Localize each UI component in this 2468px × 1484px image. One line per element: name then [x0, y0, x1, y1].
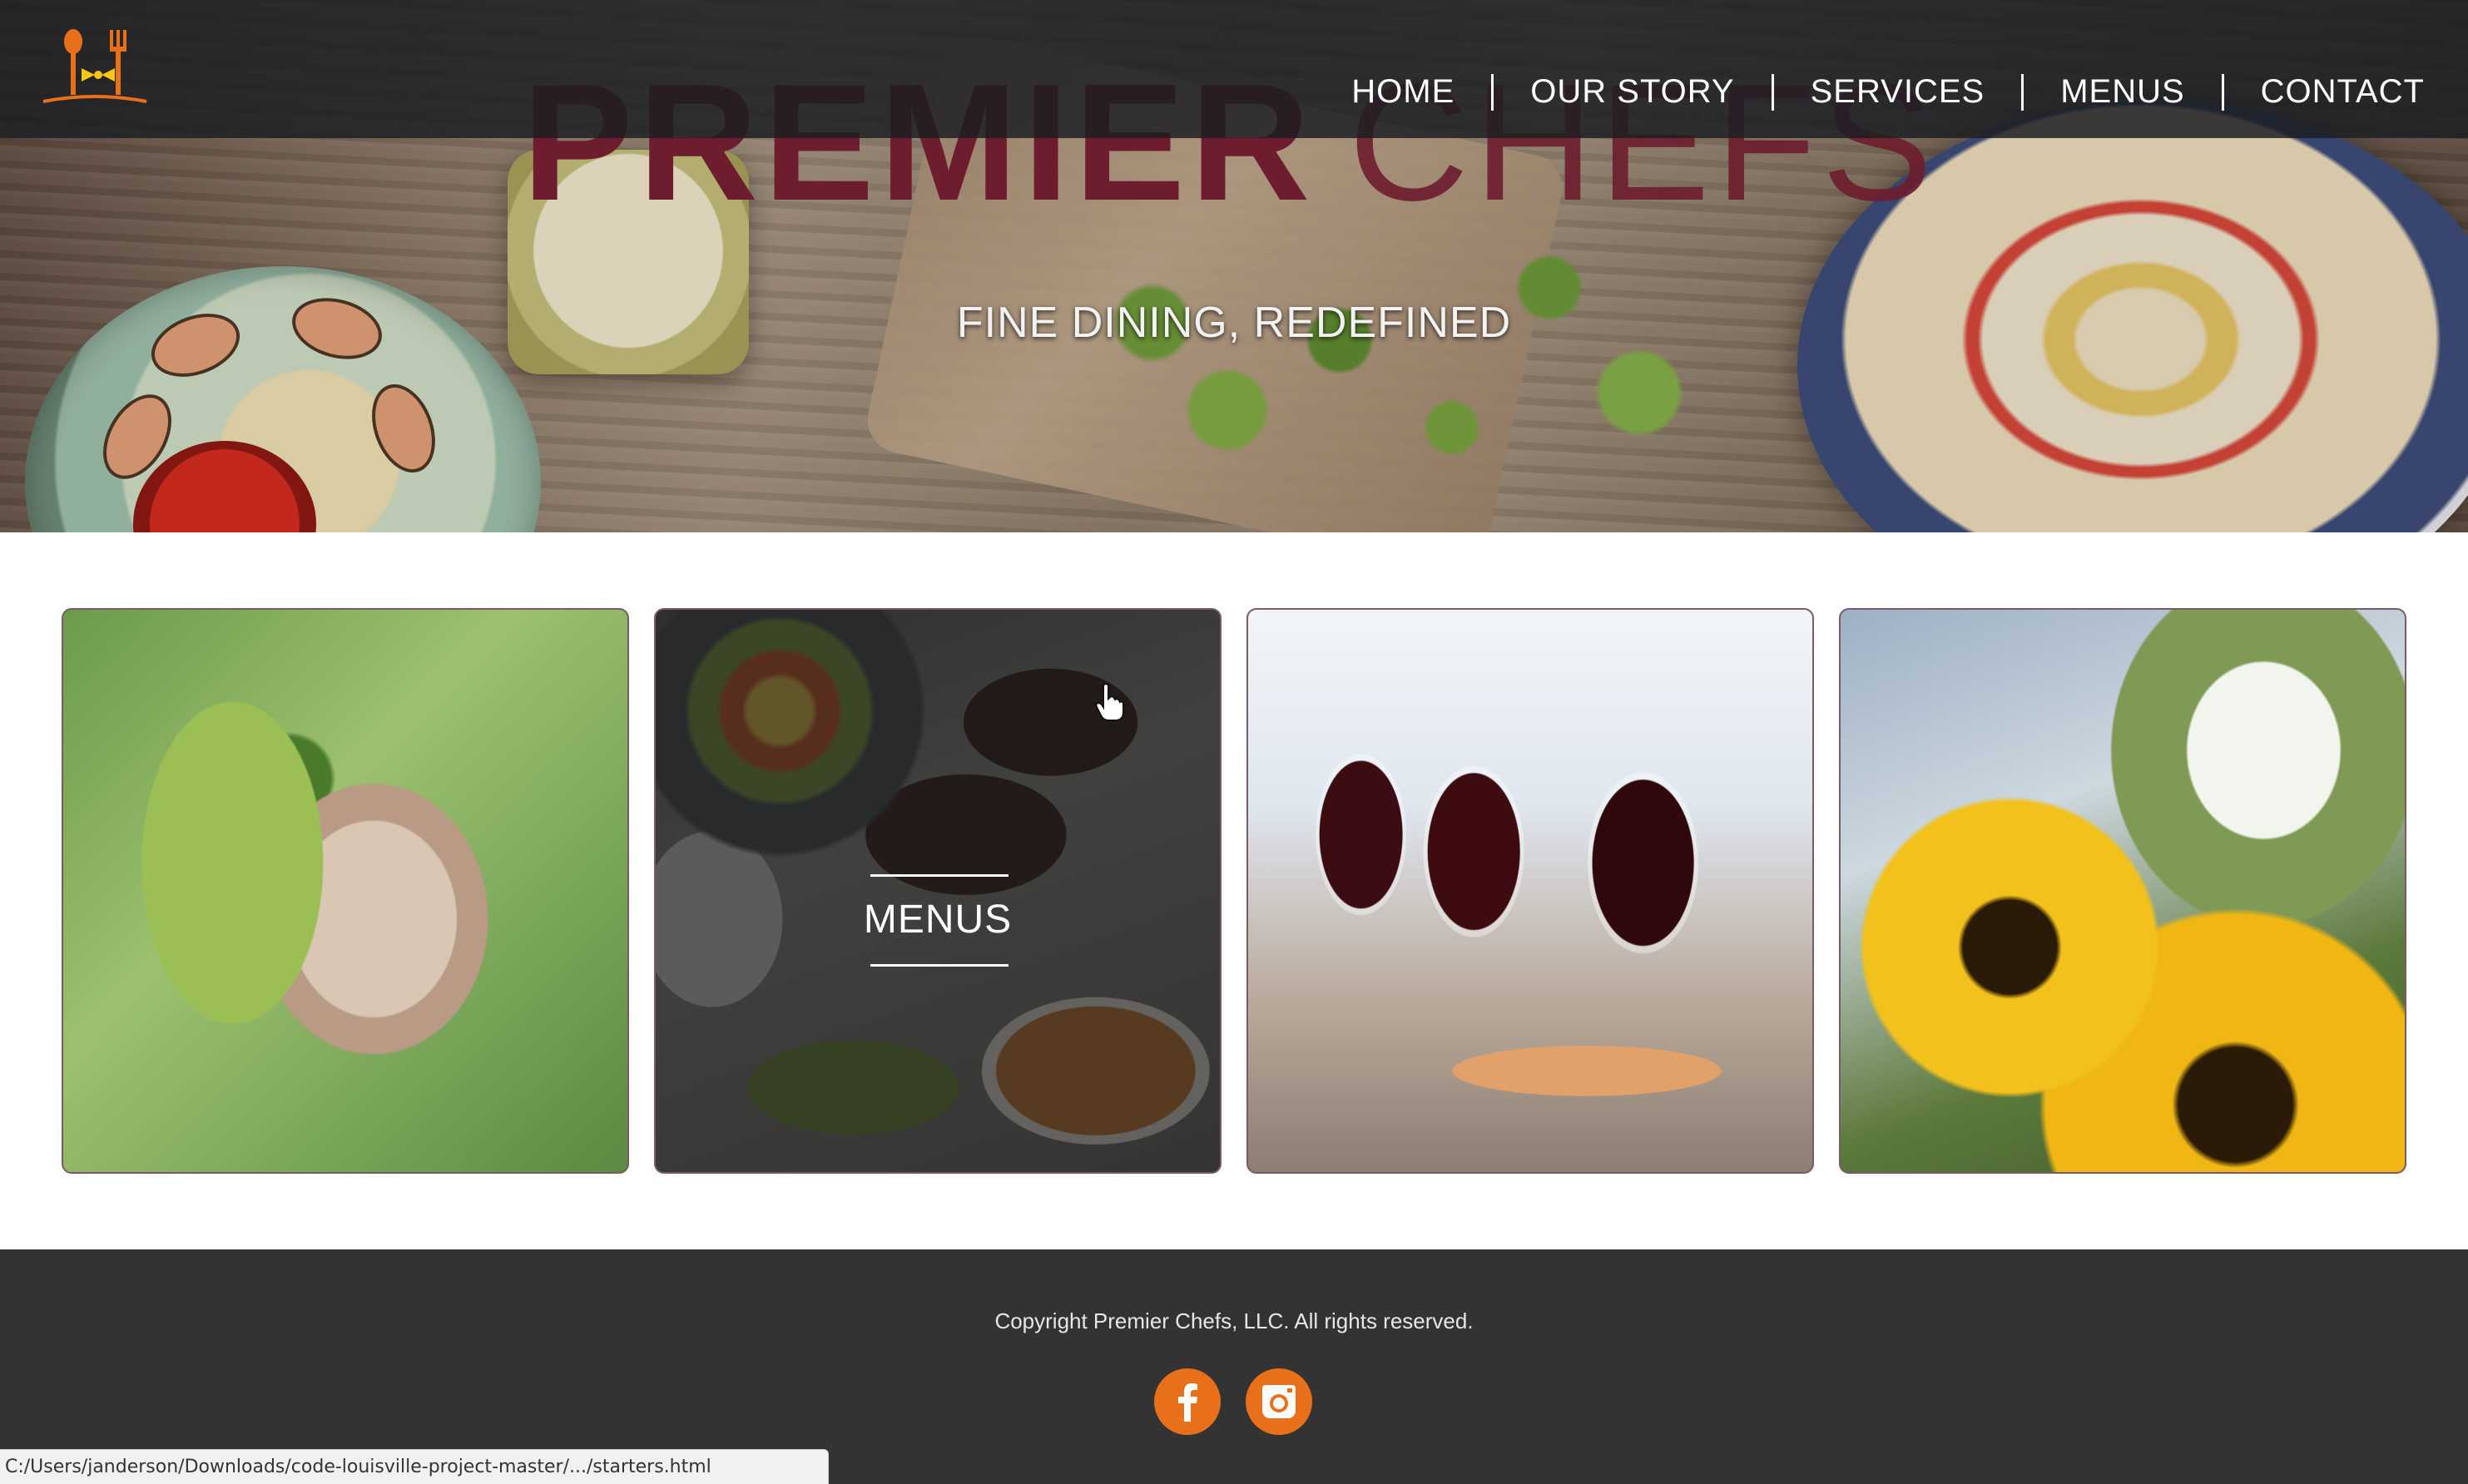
chef-bowtie-fork-spoon-icon[interactable] — [40, 25, 150, 108]
tile-hover-overlay — [656, 610, 1220, 1172]
nav-services[interactable]: SERVICES — [1792, 73, 2004, 111]
browser-status-url: C:/Users/janderson/Downloads/code-louisv… — [0, 1449, 829, 1484]
tile-menus-label: MENUS — [863, 898, 1013, 942]
nav-our-story[interactable]: OUR STORY — [1512, 73, 1752, 111]
nav-divider — [2021, 73, 2024, 111]
instagram-icon[interactable] — [1246, 1368, 1312, 1435]
menus-top-rule — [870, 874, 1009, 877]
tile-menus[interactable]: MENUS — [654, 608, 1222, 1174]
hand-pointer-cursor-icon — [1095, 683, 1124, 721]
top-navbar: HOME OUR STORY SERVICES MENUS CONTACT — [0, 0, 2468, 138]
tile-sunflowers[interactable] — [1839, 608, 2406, 1174]
nav-home[interactable]: HOME — [1333, 73, 1473, 111]
site-tagline: FINE DINING, REDEFINED — [956, 299, 1512, 347]
nav-divider — [2221, 73, 2224, 111]
nav-menus[interactable]: MENUS — [2042, 73, 2203, 111]
tile-wine-glasses[interactable] — [1246, 608, 1814, 1174]
tile-lettuce-wrap[interactable] — [62, 608, 629, 1174]
copyright-text: Copyright Premier Chefs, LLC. All rights… — [994, 1308, 1474, 1333]
facebook-icon[interactable] — [1154, 1368, 1221, 1435]
main-nav: HOME OUR STORY SERVICES MENUS CONTACT — [1333, 73, 2443, 111]
nav-divider — [1491, 73, 1494, 111]
nav-divider — [1771, 73, 1774, 111]
nav-contact[interactable]: CONTACT — [2243, 73, 2443, 111]
menus-bottom-rule — [870, 964, 1009, 967]
feature-tiles: MENUS — [62, 608, 2406, 1174]
